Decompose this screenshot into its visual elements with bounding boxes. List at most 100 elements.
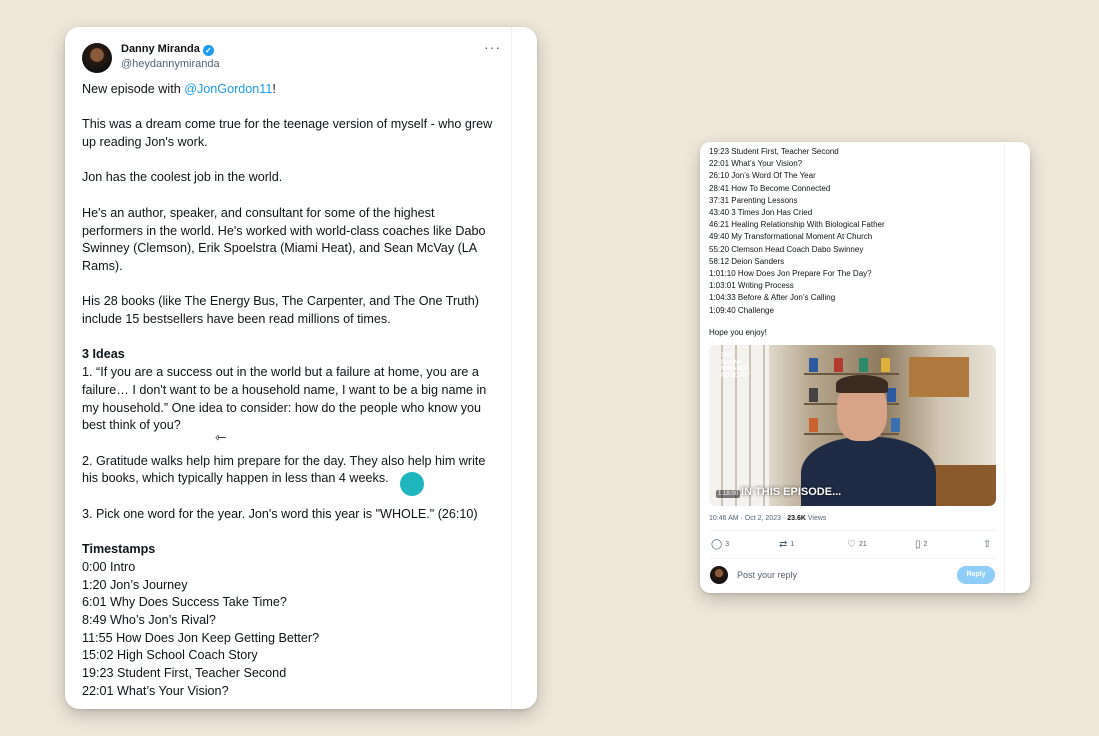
- timestamp-line: 49:40 My Transformational Moment At Chur…: [709, 232, 873, 242]
- video-book: [834, 358, 843, 372]
- text-line: performers in the world. He's worked wit…: [82, 223, 486, 238]
- timestamp-line: 11:55 How Does Jon Keep Getting Better?: [82, 630, 320, 645]
- logo-line: MIRANDA: [721, 366, 750, 372]
- repost-count: 1: [790, 541, 795, 548]
- intro-prefix: New episode with: [82, 82, 185, 96]
- idea-3: 3. Pick one word for the year. Jon's wor…: [82, 506, 478, 521]
- video-counter: [929, 465, 996, 506]
- timestamp-line: 58:12 Deion Sanders: [709, 256, 785, 266]
- timestamp-line: 1:04:33 Before & After Jon’s Calling: [709, 293, 836, 303]
- paragraph-2: Jon has the coolest job in the world.: [82, 170, 283, 185]
- text-line: failure… I don't want to be a household …: [82, 382, 487, 397]
- reply-button[interactable]: Reply: [957, 566, 995, 584]
- tweet-text: New episode with @JonGordon11! This was …: [82, 81, 507, 709]
- timestamp-line: 6:01 Why Does Success Take Time?: [82, 595, 287, 610]
- author-handle[interactable]: @heydannymiranda: [121, 58, 220, 70]
- timestamp-line: 22:01 What’s Your Vision?: [82, 683, 229, 698]
- reply-action[interactable]: ◯ 3: [711, 539, 729, 550]
- like-count: 21: [858, 541, 867, 548]
- views-count: 23.6K: [787, 515, 806, 522]
- timestamp-line: 1:09:40 Challenge: [709, 305, 774, 315]
- video-book: [809, 358, 818, 372]
- reply-count: 3: [725, 541, 730, 548]
- logo-line: PODCAST: [721, 372, 751, 379]
- timestamps-section: Timestamps 0:00 Intro 1:20 Jon’s Journey…: [82, 541, 507, 700]
- video-player[interactable]: THE DANNY MIRANDA PODCAST IN THIS EPISOD…: [709, 345, 996, 506]
- timestamp-line: 1:20 Jon’s Journey: [82, 577, 188, 592]
- text-line: 2. Gratitude walks help him prepare for …: [82, 453, 486, 468]
- intro-paragraph: New episode with @JonGordon11!: [82, 81, 507, 99]
- video-duration: 1:18:00: [716, 490, 741, 498]
- timestamps-heading: Timestamps: [82, 542, 156, 557]
- text-line: Rams).: [82, 258, 123, 273]
- action-bar: ◯ 3 ⇄ 1 ♡ 21 ▯ 2 ⇧: [709, 539, 996, 553]
- text-line: This was a dream come true for the teena…: [82, 117, 493, 132]
- text-line: Swinney (Clemson), Erik Spoelstra (Miami…: [82, 241, 478, 256]
- click-indicator: [400, 472, 424, 496]
- divider: [709, 558, 996, 559]
- timestamp-line: 0:00 Intro: [82, 559, 136, 574]
- video-book: [859, 358, 868, 372]
- more-options-icon[interactable]: ···: [484, 39, 501, 55]
- views-label: Views: [805, 515, 827, 522]
- tweet-meta: 10:46 AM · Oct 2, 2023 · 23.6K Views: [709, 515, 826, 522]
- timestamp-line: 1:01:10 How Does Jon Prepare For The Day…: [709, 269, 872, 279]
- text-line: He's an author, speaker, and consultant …: [82, 205, 435, 220]
- tweet-timestamp[interactable]: 10:46 AM · Oct 2, 2023 ·: [709, 515, 787, 522]
- bookmark-count: 2: [923, 541, 928, 548]
- mention-link[interactable]: @JonGordon11: [184, 82, 272, 96]
- timestamp-list: 19:23 Student First, Teacher Second 22:0…: [709, 146, 885, 317]
- timestamp-line: 37:31 Parenting Lessons: [709, 195, 798, 205]
- text-line: his books, which typically happen in les…: [82, 471, 389, 486]
- video-person-hair: [836, 375, 888, 393]
- timestamp-line: 19:23 Student First, Teacher Second: [82, 666, 287, 681]
- timestamp-line: 8:49 Who’s Jon’s Rival?: [82, 612, 216, 627]
- ideas-heading: 3 Ideas: [82, 347, 125, 362]
- text-line: my household.” One idea to consider: how…: [82, 400, 482, 415]
- heart-icon: ♡: [847, 539, 856, 550]
- paragraph-4: His 28 books (like The Energy Bus, The C…: [82, 293, 507, 328]
- timestamp-line: 26:10 Jon’s Word Of The Year: [709, 171, 816, 181]
- video-caption: IN THIS EPISODE...: [741, 486, 842, 498]
- author-name-text[interactable]: Danny Miranda: [121, 43, 200, 55]
- text-line: up reading Jon's work.: [82, 135, 208, 150]
- reply-input[interactable]: Post your reply: [737, 570, 797, 580]
- bookmark-icon: ▯: [915, 539, 921, 550]
- podcast-logo: THE DANNY MIRANDA PODCAST: [721, 353, 750, 379]
- paragraph-1: This was a dream come true for the teena…: [82, 116, 507, 151]
- share-icon: ⇧: [983, 539, 992, 550]
- divider: [709, 530, 996, 531]
- timestamp-line: 28:41 How To Become Connected: [709, 183, 831, 193]
- timestamp-line: 55:20 Clemson Head Coach Dabo Swinney: [709, 244, 864, 254]
- author-name[interactable]: Danny Miranda ✓: [121, 43, 214, 56]
- tweet-card-right: 19:23 Student First, Teacher Second 22:0…: [700, 142, 1030, 593]
- repost-action[interactable]: ⇄ 1: [779, 539, 794, 550]
- video-book: [809, 388, 818, 402]
- like-action[interactable]: ♡ 21: [847, 539, 867, 550]
- share-action[interactable]: ⇧: [983, 539, 991, 550]
- repost-icon: ⇄: [779, 539, 788, 550]
- timestamp-line: 46:21 Healing Relationship With Biologic…: [709, 220, 885, 230]
- timestamp-line: 43:40 3 Times Jon Has Cried: [709, 208, 813, 218]
- paragraph-3: He's an author, speaker, and consultant …: [82, 205, 507, 276]
- idea-2: 2. Gratitude walks help him prepare for …: [82, 453, 507, 488]
- ideas-section: 3 Ideas 1. “If you are a success out in …: [82, 346, 507, 435]
- tweet-card-left: Danny Miranda ✓ @heydannymiranda ··· New …: [65, 27, 537, 709]
- bookmark-action[interactable]: ▯ 2: [915, 539, 927, 550]
- verified-badge-icon: ✓: [202, 45, 214, 56]
- text-line: include 15 bestsellers have been read mi…: [82, 312, 391, 327]
- intro-suffix: !: [272, 82, 276, 96]
- timestamp-line: 1:03:01 Writing Process: [709, 281, 794, 291]
- text-line: best think of you?: [82, 418, 181, 433]
- mouse-cursor-icon: ⇽: [215, 429, 227, 445]
- timestamp-line: 19:23 Student First, Teacher Second: [709, 147, 839, 156]
- text-line: His 28 books (like The Energy Bus, The C…: [82, 294, 479, 309]
- video-book: [891, 418, 900, 432]
- reply-icon: ◯: [711, 539, 723, 550]
- video-book: [887, 388, 896, 402]
- avatar[interactable]: [82, 43, 112, 73]
- avatar: [710, 566, 728, 584]
- column-divider: [1004, 142, 1005, 593]
- video-book: [881, 358, 890, 372]
- video-cabinet: [909, 357, 969, 397]
